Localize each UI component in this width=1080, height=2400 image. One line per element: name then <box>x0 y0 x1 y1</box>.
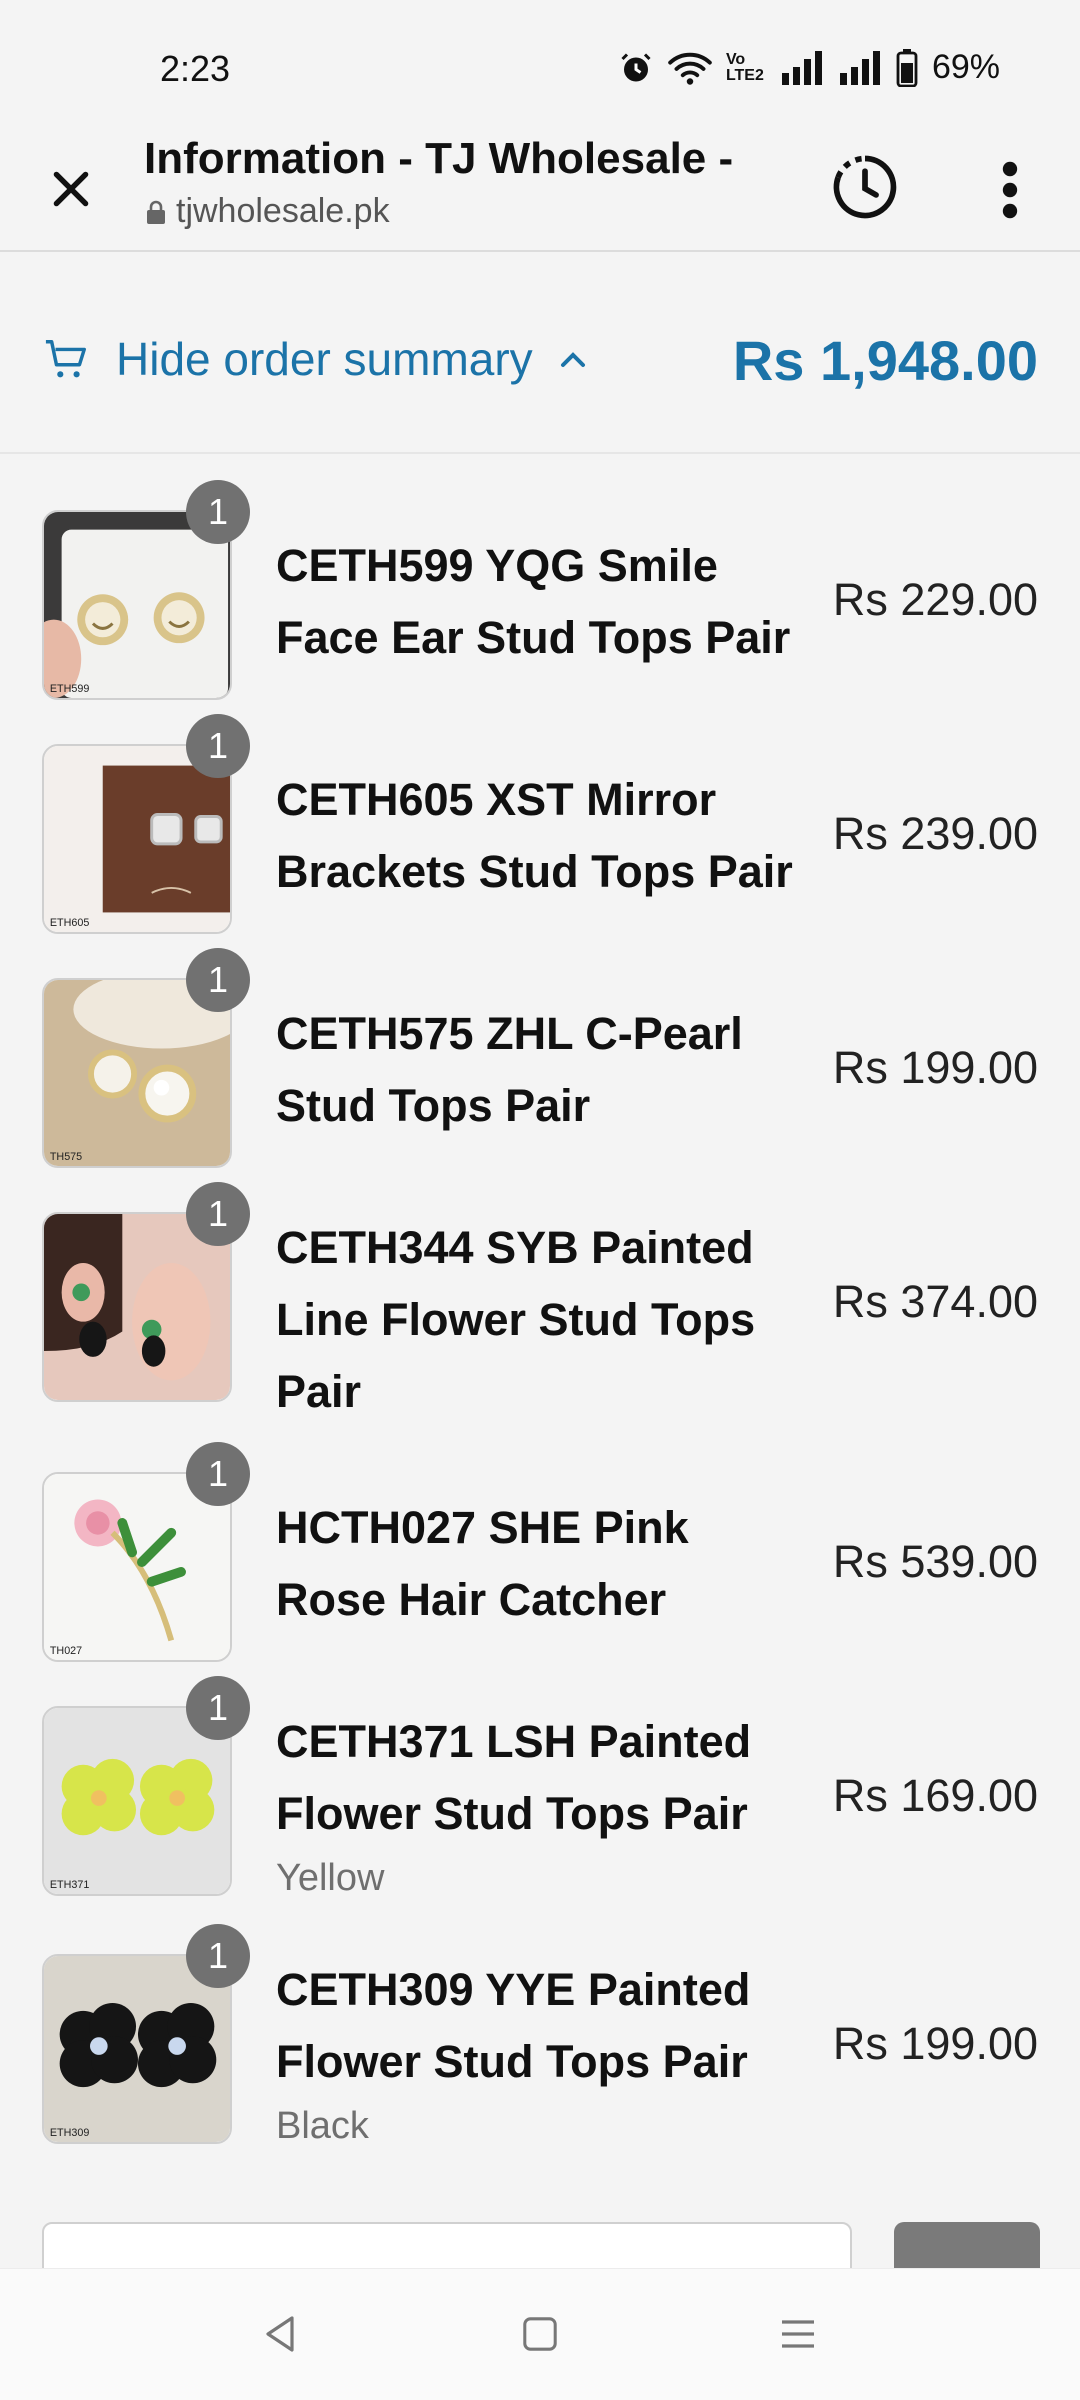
page-title: Information - TJ Wholesale - <box>144 134 734 183</box>
wifi-icon <box>668 50 712 86</box>
browser-toolbar: Information - TJ Wholesale - tjwholesale… <box>0 130 1080 252</box>
product-info: CETH605 XST Mirror Brackets Stud Tops Pa… <box>276 764 806 908</box>
history-icon <box>833 155 897 219</box>
thumb-code: ETH605 <box>50 917 89 929</box>
url-text: tjwholesale.pk <box>176 192 390 230</box>
product-thumbnail-wrap: TH575 1 <box>42 948 250 1168</box>
quantity-badge: 1 <box>186 480 250 544</box>
signal-icon-2 <box>838 50 882 85</box>
product-variant: Black <box>276 2105 369 2147</box>
status-bar: 2:23 Vo LTE2 69% <box>0 0 1080 130</box>
quantity-badge: 1 <box>186 1182 250 1246</box>
menu-lines-icon <box>782 2320 814 2348</box>
chevron-up-icon <box>560 352 585 367</box>
product-name: CETH605 XST Mirror Brackets Stud Tops Pa… <box>276 774 793 897</box>
system-navigation-bar <box>0 2268 1080 2400</box>
product-info: CETH371 LSH Painted Flower Stud Tops Pai… <box>276 1706 806 1906</box>
product-price: Rs 239.00 <box>832 808 1038 859</box>
list-item: ETH599 1 CETH599 YQG Smile Face Ear Stud… <box>0 480 1080 700</box>
list-item: 1 CETH344 SYB Painted Line Flower Stud T… <box>0 1182 1080 1428</box>
order-total: Rs 1,948.00 <box>732 329 1038 392</box>
cart-icon <box>45 340 86 378</box>
recents-button[interactable] <box>758 2299 838 2369</box>
network-label: Vo LTE2 <box>725 50 764 84</box>
quantity-badge: 1 <box>186 1442 250 1506</box>
list-item: TH027 1 HCTH027 SHE Pink Rose Hair Catch… <box>0 1442 1080 1662</box>
more-options-button[interactable] <box>970 150 1050 230</box>
signal-icon <box>780 50 824 85</box>
apply-discount-button[interactable] <box>894 2222 1040 2270</box>
quantity-badge: 1 <box>186 1676 250 1740</box>
product-variant: Yellow <box>276 1857 385 1899</box>
lock-icon <box>147 200 165 224</box>
close-icon <box>53 171 89 207</box>
quantity-badge: 1 <box>186 714 250 778</box>
list-item: ETH371 1 CETH371 LSH Painted Flower Stud… <box>0 1676 1080 1914</box>
back-triangle-icon <box>266 2316 294 2352</box>
battery-icon <box>896 48 918 87</box>
battery-percent: 69% <box>931 48 1000 86</box>
product-price: Rs 199.00 <box>832 2018 1038 2069</box>
close-button[interactable] <box>34 152 108 226</box>
page-url[interactable]: tjwholesale.pk <box>146 192 390 231</box>
summary-toggle-label: Hide order summary <box>116 333 533 385</box>
thumb-code: ETH309 <box>50 2127 89 2139</box>
discount-code-input[interactable] <box>42 2222 852 2270</box>
product-info: CETH599 YQG Smile Face Ear Stud Tops Pai… <box>276 530 806 674</box>
thumb-code: TH575 <box>50 1151 82 1163</box>
more-vertical-icon <box>1002 161 1018 219</box>
product-thumbnail-wrap: 1 <box>42 1182 250 1402</box>
status-time: 2:23 <box>160 48 231 89</box>
product-name: CETH309 YYE Painted Flower Stud Tops Pai… <box>276 1964 751 2087</box>
product-thumbnail-wrap: ETH371 1 <box>42 1676 250 1896</box>
product-thumbnail-wrap: TH027 1 <box>42 1442 250 1662</box>
thumb-code: TH027 <box>50 1645 82 1657</box>
product-price: Rs 539.00 <box>832 1536 1038 1587</box>
alarm-icon <box>618 50 654 86</box>
product-price: Rs 199.00 <box>832 1042 1038 1093</box>
product-info: CETH344 SYB Painted Line Flower Stud Top… <box>276 1212 806 1428</box>
back-button[interactable] <box>240 2299 320 2369</box>
discount-row <box>0 2222 1080 2270</box>
home-square-icon <box>523 2317 557 2351</box>
quantity-badge: 1 <box>186 1924 250 1988</box>
product-price: Rs 374.00 <box>832 1276 1038 1327</box>
thumb-code: ETH599 <box>50 683 89 695</box>
product-thumbnail-wrap: ETH599 1 <box>42 480 250 700</box>
product-name: CETH599 YQG Smile Face Ear Stud Tops Pai… <box>276 540 791 663</box>
home-button[interactable] <box>500 2299 580 2369</box>
summary-toggle-control[interactable]: Hide order summary <box>44 332 587 386</box>
history-button[interactable] <box>820 142 910 232</box>
product-name: HCTH027 SHE Pink Rose Hair Catcher <box>276 1502 689 1625</box>
product-price: Rs 229.00 <box>832 574 1038 625</box>
product-info: CETH575 ZHL C-Pearl Stud Tops Pair <box>276 998 806 1142</box>
product-name: CETH371 LSH Painted Flower Stud Tops Pai… <box>276 1716 752 1839</box>
product-name: CETH575 ZHL C-Pearl Stud Tops Pair <box>276 1008 743 1131</box>
list-item: ETH605 1 CETH605 XST Mirror Brackets Stu… <box>0 714 1080 934</box>
order-summary-toggle[interactable]: Hide order summary Rs 1,948.00 <box>0 262 1080 454</box>
status-icons: Vo LTE2 69% <box>618 48 1000 87</box>
product-name: CETH344 SYB Painted Line Flower Stud Top… <box>276 1222 756 1417</box>
product-price: Rs 169.00 <box>832 1770 1038 1821</box>
product-info: CETH309 YYE Painted Flower Stud Tops Pai… <box>276 1954 806 2154</box>
list-item: TH575 1 CETH575 ZHL C-Pearl Stud Tops Pa… <box>0 948 1080 1168</box>
quantity-badge: 1 <box>186 948 250 1012</box>
product-thumbnail-wrap: ETH605 1 <box>42 714 250 934</box>
product-info: HCTH027 SHE Pink Rose Hair Catcher <box>276 1492 806 1636</box>
list-item: ETH309 1 CETH309 YYE Painted Flower Stud… <box>0 1924 1080 2162</box>
product-thumbnail-wrap: ETH309 1 <box>42 1924 250 2144</box>
thumb-code: ETH371 <box>50 1879 89 1891</box>
